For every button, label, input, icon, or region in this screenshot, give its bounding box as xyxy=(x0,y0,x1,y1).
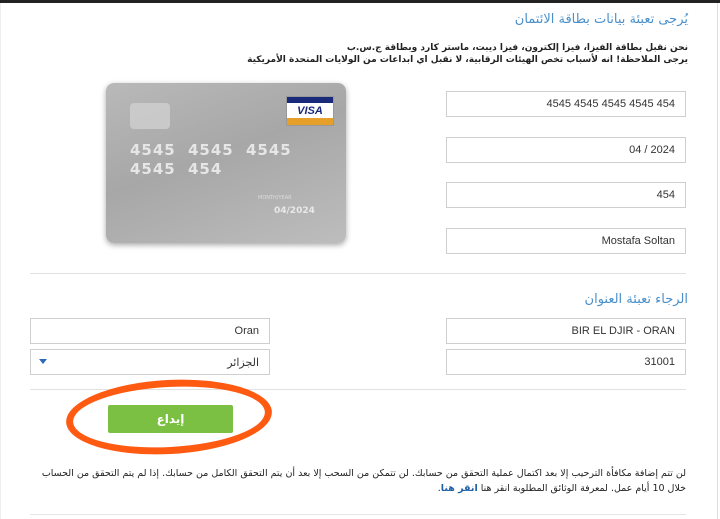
city-input[interactable]: Oran xyxy=(30,318,270,344)
credit-card-preview: VISA 4545 4545 4545 4545 454 MONTH/YEAR … xyxy=(106,83,346,243)
bottom-divider xyxy=(30,514,686,515)
click-here-link[interactable]: انقر هنا xyxy=(441,483,478,494)
footer-text: لن تتم إضافة مكافأة الترحيب إلا بعد اكتم… xyxy=(41,468,686,494)
address-input[interactable]: BIR EL DJIR - ORAN xyxy=(446,318,686,344)
expiry-input[interactable]: 04 / 2024 xyxy=(446,137,686,163)
card-valid-label: MONTH/YEAR xyxy=(258,195,292,201)
card-number-input[interactable]: 4545 4545 4545 4545 454 xyxy=(446,91,686,117)
cardholder-name-input[interactable]: Mostafa Soltan xyxy=(446,228,686,254)
accepted-cards-note: نحن نقبل بطاقة الفيزا، فيزا إلكترون، فيز… xyxy=(346,43,688,53)
visa-logo-icon: VISA xyxy=(286,96,334,126)
cvv-input[interactable]: 454 xyxy=(446,182,686,208)
card-expiry-display: 04/2024 xyxy=(274,206,315,216)
card-chip-icon xyxy=(130,103,170,129)
us-deposits-note: يرجى الملاحظة! انه لأسباب تخص الهيئات ال… xyxy=(247,55,688,65)
section-divider xyxy=(30,273,686,274)
card-number-display: 4545 4545 4545 4545 454 xyxy=(130,141,292,178)
country-selected-value: الجزائر xyxy=(227,356,259,369)
country-select[interactable]: الجزائر xyxy=(30,349,270,375)
card-section-title: يُرجى تعبئة بيانات بطاقة الائتمان xyxy=(514,12,688,27)
postal-code-input[interactable]: 31001 xyxy=(446,349,686,375)
chevron-down-icon xyxy=(39,359,47,364)
address-section-title: الرجاء تعبئة العنوان xyxy=(584,292,688,307)
verification-footer-note: لن تتم إضافة مكافأة الترحيب إلا بعد اكتم… xyxy=(41,468,686,494)
